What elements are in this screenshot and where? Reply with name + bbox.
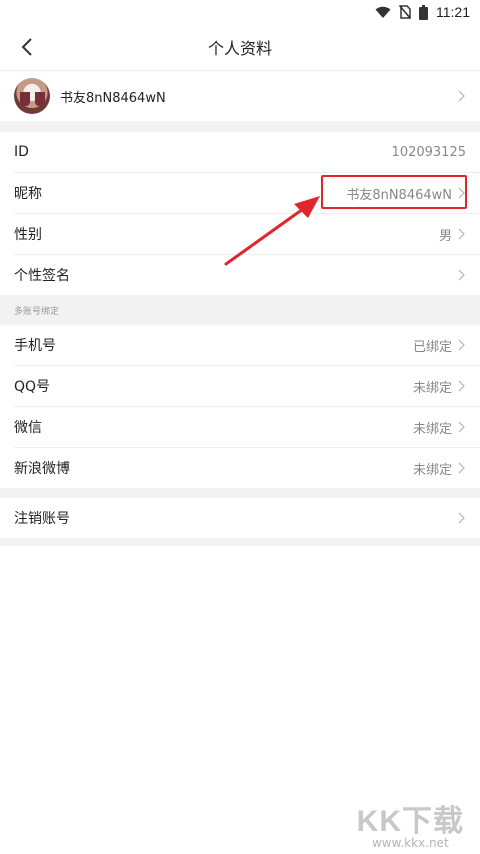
qq-row[interactable]: QQ号 未绑定 bbox=[0, 366, 480, 406]
id-value: 102093125 bbox=[391, 144, 466, 160]
wechat-status: 未绑定 bbox=[412, 421, 452, 437]
section-gap bbox=[0, 488, 480, 498]
wifi-icon bbox=[375, 6, 391, 18]
watermark-url: www.kkx.net bbox=[371, 836, 449, 850]
id-label: ID bbox=[14, 144, 29, 160]
qq-label: QQ号 bbox=[14, 379, 51, 395]
battery-icon bbox=[419, 4, 428, 20]
profile-right bbox=[458, 90, 466, 102]
chevron-right-icon bbox=[458, 421, 465, 433]
chevron-right-icon bbox=[458, 187, 465, 199]
weibo-row[interactable]: 新浪微博 未绑定 bbox=[0, 448, 480, 488]
signature-right bbox=[452, 269, 466, 281]
chevron-right-icon bbox=[458, 90, 465, 102]
phone-label: 手机号 bbox=[14, 338, 56, 354]
cancel-account-label: 注销账号 bbox=[14, 511, 70, 527]
phone-row[interactable]: 手机号 已绑定 bbox=[0, 325, 480, 365]
wechat-row[interactable]: 微信 未绑定 bbox=[0, 407, 480, 447]
chevron-right-icon bbox=[458, 512, 465, 524]
qq-right: 未绑定 bbox=[413, 377, 466, 396]
chevron-right-icon bbox=[458, 462, 465, 474]
wechat-label: 微信 bbox=[14, 420, 42, 436]
gender-right: 男 bbox=[439, 225, 466, 244]
nickname-row[interactable]: 昵称 书友8nN8464wN bbox=[0, 173, 480, 213]
section-gap bbox=[0, 121, 480, 132]
status-icons bbox=[375, 4, 428, 20]
chevron-right-icon bbox=[458, 269, 465, 281]
phone-status: 已绑定 bbox=[412, 339, 452, 355]
nickname-label: 昵称 bbox=[14, 186, 42, 202]
nickname-value: 书友8nN8464wN bbox=[346, 187, 452, 203]
weibo-status: 未绑定 bbox=[412, 462, 452, 478]
no-sim-icon bbox=[399, 5, 411, 19]
gender-label: 性别 bbox=[14, 227, 42, 243]
avatar bbox=[14, 78, 50, 114]
gender-row[interactable]: 性别 男 bbox=[0, 214, 480, 254]
cancel-account-row[interactable]: 注销账号 bbox=[0, 498, 480, 538]
avatar-glass-left bbox=[20, 92, 30, 106]
id-right: 102093125 bbox=[392, 145, 466, 160]
weibo-label: 新浪微博 bbox=[14, 461, 70, 477]
weibo-right: 未绑定 bbox=[413, 459, 466, 478]
qq-status: 未绑定 bbox=[412, 380, 452, 396]
signature-label: 个性签名 bbox=[14, 268, 70, 284]
cancel-account-right bbox=[458, 512, 466, 524]
nickname-right: 书友8nN8464wN bbox=[346, 184, 466, 203]
page-title: 个人资料 bbox=[207, 39, 272, 58]
avatar-glass-right bbox=[35, 92, 45, 106]
id-row: ID 102093125 bbox=[0, 132, 480, 172]
signature-row[interactable]: 个性签名 bbox=[0, 255, 480, 295]
chevron-right-icon bbox=[458, 339, 465, 351]
chevron-right-icon bbox=[458, 380, 465, 392]
back-button[interactable] bbox=[12, 32, 42, 62]
profile-username: 书友8nN8464wN bbox=[60, 90, 166, 106]
status-time: 11:21 bbox=[436, 4, 470, 20]
wechat-right: 未绑定 bbox=[413, 418, 466, 437]
watermark: KK下载 www.kkx.net bbox=[357, 796, 464, 850]
profile-left: 书友8nN8464wN bbox=[14, 78, 166, 114]
back-arrow-icon bbox=[21, 38, 32, 56]
profile-row[interactable]: 书友8nN8464wN bbox=[0, 71, 480, 121]
watermark-logo: KK下载 bbox=[356, 805, 464, 838]
chevron-right-icon bbox=[458, 228, 465, 240]
binding-section-title: 多账号绑定 bbox=[0, 295, 480, 325]
section-gap bbox=[0, 538, 480, 546]
title-bar: 个人资料 bbox=[0, 24, 480, 71]
gender-value: 男 bbox=[438, 228, 452, 244]
phone-right: 已绑定 bbox=[413, 336, 466, 355]
status-bar: 11:21 bbox=[0, 0, 480, 24]
